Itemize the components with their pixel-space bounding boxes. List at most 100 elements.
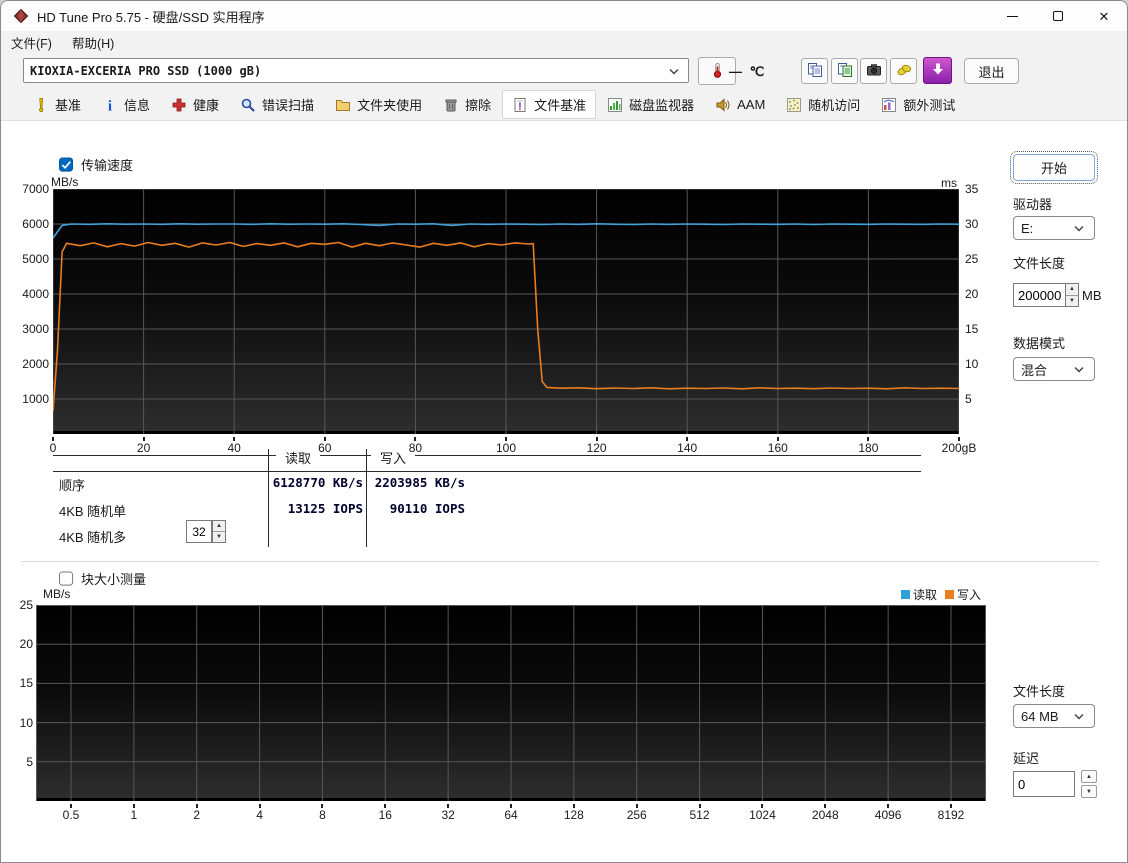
random-multi-write-value: 90110 IOPS [389, 501, 465, 516]
tab-health[interactable]: 健康 [161, 90, 229, 119]
block-file-length-dropdown[interactable]: 64 MB [1013, 704, 1095, 728]
block-file-length-label: 文件长度 [1013, 684, 1066, 699]
tab-extra-tests[interactable]: 额外测试 [871, 90, 965, 119]
tab-error-scan[interactable]: 错误扫描 [230, 90, 324, 119]
exit-button-label: 退出 [978, 64, 1005, 80]
menu-file[interactable]: 文件(F) [1, 31, 62, 54]
file-length-stepper[interactable]: ▲ ▼ [1013, 283, 1079, 307]
copy-to-file-button[interactable] [831, 58, 858, 84]
tab-benchmark[interactable]: 基准 [23, 90, 91, 119]
transfer-speed-label: 传输速度 [81, 158, 134, 173]
axis-tick [321, 804, 324, 808]
drive-select[interactable]: KIOXIA-EXCERIA PRO SSD (1000 gB) [23, 58, 689, 83]
window-controls: ✕ [989, 1, 1127, 31]
axis-tick-label: 200gB [941, 441, 977, 455]
axis-tick-label: 15 [19, 676, 33, 691]
trash-icon [443, 97, 459, 113]
maximize-button[interactable] [1035, 1, 1081, 31]
tab-file-benchmark[interactable]: ! 文件基准 [502, 90, 597, 119]
close-icon: ✕ [1098, 8, 1110, 24]
axis-tick-label: 25 [965, 252, 979, 266]
copy-to-clipboard-button[interactable] [801, 58, 828, 84]
row-4k-multi-label: 4KB 随机多 [59, 530, 127, 545]
delay-input[interactable] [1013, 771, 1075, 797]
tab-bar: 基准 i 信息 健康 错误扫描 文件夹使用 擦除 ! 文件基准 磁盘监视器 AAM 随机访问 额外测试 [1, 89, 1127, 121]
menu-help[interactable]: 帮助(H) [62, 31, 124, 54]
axis-tick-label: 128 [563, 808, 584, 822]
data-mode-dropdown[interactable]: 混合 [1013, 357, 1095, 381]
axis-tick [233, 437, 236, 441]
queue-depth-input[interactable] [186, 520, 212, 543]
queue-depth-stepper[interactable]: ▲ ▼ [186, 520, 226, 543]
file-length-spin-buttons: ▲ ▼ [1065, 283, 1079, 307]
download-arrow-icon [930, 61, 946, 80]
extra-tests-icon [881, 97, 897, 113]
spin-up-icon[interactable]: ▲ [1066, 284, 1078, 296]
axis-tick-label: 5000 [22, 252, 49, 266]
random-access-icon [786, 97, 802, 113]
tab-info[interactable]: i 信息 [92, 90, 160, 119]
axis-tick-label: 8 [319, 808, 326, 822]
start-button[interactable]: 开始 [1010, 151, 1098, 184]
title-bar: HD Tune Pro 5.75 - 硬盘/SSD 实用程序 ✕ [1, 1, 1127, 31]
axis-tick [867, 437, 870, 441]
axis-tick [258, 804, 261, 808]
close-button[interactable]: ✕ [1081, 1, 1127, 31]
tab-label: 擦除 [465, 98, 492, 113]
screenshot-button[interactable] [860, 58, 887, 84]
queue-depth-spin-buttons: ▲ ▼ [212, 520, 226, 543]
top-chart-y-unit: MB/s [51, 175, 79, 189]
table-separator [268, 449, 269, 547]
block-size-checkbox[interactable]: 块大小测量 [59, 569, 146, 588]
block-size-chart [36, 605, 986, 801]
app-icon [13, 8, 29, 24]
axis-tick [887, 804, 890, 808]
spin-up-icon[interactable]: ▲ [1081, 770, 1097, 783]
start-button-label: 开始 [1040, 161, 1067, 176]
drive-dropdown[interactable]: E: [1013, 216, 1095, 240]
update-button[interactable] [923, 57, 952, 84]
info-icon: i [102, 97, 118, 113]
axis-tick-label: 120 [586, 441, 607, 455]
copy-icon [807, 62, 823, 81]
tab-erase[interactable]: 擦除 [433, 90, 501, 119]
magnifier-icon [240, 97, 256, 113]
axis-tick-label: 4 [256, 808, 263, 822]
file-length-input[interactable] [1013, 283, 1065, 307]
main-content: 传输速度 MB/s ms 读取 写入 顺序 6128770 KB/s 22039… [1, 121, 1127, 862]
options-icon [896, 62, 912, 81]
tab-label: 健康 [193, 98, 220, 113]
spin-down-icon[interactable]: ▼ [1081, 785, 1097, 798]
top-chart-right-unit: ms [941, 176, 957, 190]
tab-aam[interactable]: AAM [705, 92, 775, 118]
axis-tick [958, 437, 960, 441]
axis-tick-label: 5 [26, 754, 33, 769]
tab-label: 信息 [124, 98, 151, 113]
checkbox-unchecked-icon [59, 571, 74, 586]
spin-down-icon[interactable]: ▼ [1066, 295, 1078, 306]
minimize-button[interactable] [989, 1, 1035, 31]
options-button[interactable] [890, 58, 917, 84]
table-separator [366, 449, 367, 547]
axis-tick [761, 804, 764, 808]
tab-folder-usage[interactable]: 文件夹使用 [325, 90, 432, 119]
tab-disk-monitor[interactable]: 磁盘监视器 [597, 90, 704, 119]
axis-tick-label: 80 [408, 441, 423, 455]
axis-tick-label: 0.5 [62, 808, 80, 822]
tab-random-access[interactable]: 随机访问 [776, 90, 870, 119]
tab-label: 磁盘监视器 [629, 98, 695, 113]
axis-tick [686, 437, 689, 441]
transfer-speed-checkbox[interactable]: 传输速度 [59, 155, 133, 174]
axis-tick-label: 10 [19, 715, 33, 730]
axis-tick [132, 804, 135, 808]
legend-label: 读取 [912, 588, 937, 602]
svg-text:i: i [108, 98, 112, 113]
axis-tick-label: 256 [626, 808, 647, 822]
svg-text:!: ! [518, 101, 522, 113]
legend-label: 写入 [956, 588, 981, 602]
app-window: HD Tune Pro 5.75 - 硬盘/SSD 实用程序 ✕ 文件(F) 帮… [0, 0, 1128, 863]
exit-button[interactable]: 退出 [964, 58, 1019, 84]
spin-up-icon[interactable]: ▲ [213, 521, 225, 532]
spin-down-icon[interactable]: ▼ [213, 532, 225, 542]
axis-tick-label: 30 [965, 217, 979, 231]
